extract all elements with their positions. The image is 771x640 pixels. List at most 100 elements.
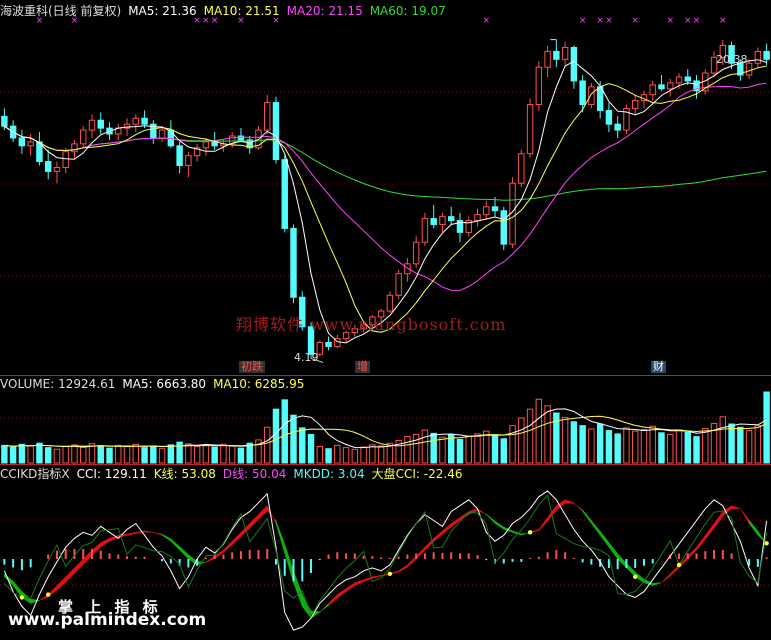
candle-body — [535, 66, 543, 106]
volume-ma5-readout: MA5: 6663.80 — [122, 377, 207, 391]
signal-marker: × — [719, 16, 727, 26]
kd-ribbon — [258, 505, 268, 520]
volume-bar — [640, 428, 648, 464]
kd-ribbon — [599, 530, 610, 548]
event-tag-3[interactable]: 财 — [651, 361, 666, 373]
candle-body — [211, 141, 218, 147]
event-tag-2[interactable]: 增 — [355, 361, 370, 373]
kd-ribbon — [538, 516, 548, 532]
candle-body — [1, 115, 8, 127]
candle-body — [412, 241, 420, 265]
kd-ribbon — [249, 513, 259, 529]
candle-body — [430, 218, 437, 226]
volume-bar — [544, 405, 551, 464]
kd-ribbon — [65, 567, 75, 583]
volume-bar — [465, 435, 472, 464]
kd-ribbon — [205, 555, 215, 563]
candle-body — [386, 294, 394, 312]
cross-dot — [387, 571, 393, 577]
kd-ribbon — [153, 532, 163, 536]
candle-body — [395, 273, 402, 296]
indicator-header: CCIKD指标X CCI: 129.11 K线: 53.08 D线: 50.04 MKD… — [0, 467, 469, 481]
candle-body — [526, 104, 534, 155]
volume-bar — [500, 438, 507, 464]
volume-bar — [141, 447, 148, 464]
cross-dot — [676, 562, 682, 568]
candle-body — [290, 227, 297, 298]
kd-ribbon — [705, 522, 715, 541]
candle-body — [264, 102, 271, 131]
volume-bar — [421, 429, 429, 464]
volume-bar — [316, 446, 324, 464]
kd-ribbon — [345, 582, 356, 593]
candle-body — [631, 100, 639, 109]
candle-body — [605, 109, 613, 125]
kd-ribbon — [91, 542, 102, 557]
candle-body — [614, 123, 621, 131]
volume-bar — [211, 446, 218, 464]
candle-body — [754, 50, 762, 64]
candle-body — [675, 76, 683, 84]
volume-bar — [526, 408, 534, 464]
volume-bar — [1, 444, 8, 464]
volume-bar — [649, 425, 656, 464]
kd-ribbon — [591, 519, 601, 537]
volume-bar — [728, 423, 735, 464]
volume-bar — [360, 446, 367, 464]
kd-ribbon — [696, 534, 706, 551]
low-price-label: 4.19 — [294, 351, 319, 364]
volume-bar — [132, 443, 140, 464]
volume-panel — [1, 391, 770, 464]
k-readout: K线: 53.08 — [153, 467, 216, 481]
volume-bar — [228, 445, 236, 464]
volume-bar — [106, 447, 113, 464]
price-header: 海波重科(日线 前复权) MA5: 21.36 MA10: 21.51 MA20: 2… — [0, 4, 453, 18]
volume-bar — [658, 432, 665, 464]
volume-bar — [631, 430, 639, 464]
volume-bar — [18, 443, 26, 464]
watermark-bottom-url: www.palmindex.com — [8, 610, 207, 630]
candle-body — [518, 153, 525, 184]
volume-bar — [702, 427, 709, 464]
candle-body — [237, 135, 245, 141]
candle-body — [483, 206, 490, 216]
indicator-title: CCIKD指标X — [0, 467, 70, 481]
candle-body — [158, 129, 166, 139]
kd-ribbon — [161, 533, 172, 542]
volume-bar — [369, 444, 376, 464]
candle-body — [202, 141, 210, 149]
volume-bar — [351, 448, 359, 464]
signal-marker: × — [596, 16, 604, 26]
volume-bar — [342, 447, 350, 464]
volume-bar — [185, 443, 192, 464]
kd-ribbon — [582, 509, 592, 525]
volume-bar — [605, 430, 613, 464]
candle-body — [667, 82, 674, 90]
event-tag-1[interactable]: 初跌 — [239, 361, 265, 373]
volume-bar — [377, 445, 385, 464]
kd-ribbon — [415, 546, 426, 560]
signal-marker: × — [684, 16, 692, 26]
volume-bar — [614, 433, 621, 464]
kd-ribbon — [284, 544, 294, 583]
kd-ribbon — [144, 530, 154, 533]
kd-ribbon — [354, 579, 364, 587]
candle-body — [579, 80, 586, 106]
volume-bar — [281, 399, 288, 464]
volume-bar — [684, 431, 691, 464]
candle-body — [544, 50, 551, 68]
volume-bar — [290, 414, 297, 464]
d-readout: D线: 50.04 — [222, 467, 287, 481]
kd-ribbon — [626, 562, 636, 578]
volume-bar — [754, 425, 762, 464]
kd-ribbon — [661, 573, 671, 583]
signal-marker: × — [605, 16, 613, 26]
cross-dot — [19, 595, 25, 600]
signal-marker: × — [631, 16, 639, 26]
volume-bar — [299, 427, 306, 464]
kd-ribbon — [74, 558, 84, 574]
volume-header: VOLUME: 12924.61 MA5: 6663.80 MA10: 6285.9… — [0, 377, 311, 391]
candle-body — [80, 129, 87, 145]
candle-body — [684, 76, 691, 82]
kd-ribbon — [731, 505, 741, 509]
